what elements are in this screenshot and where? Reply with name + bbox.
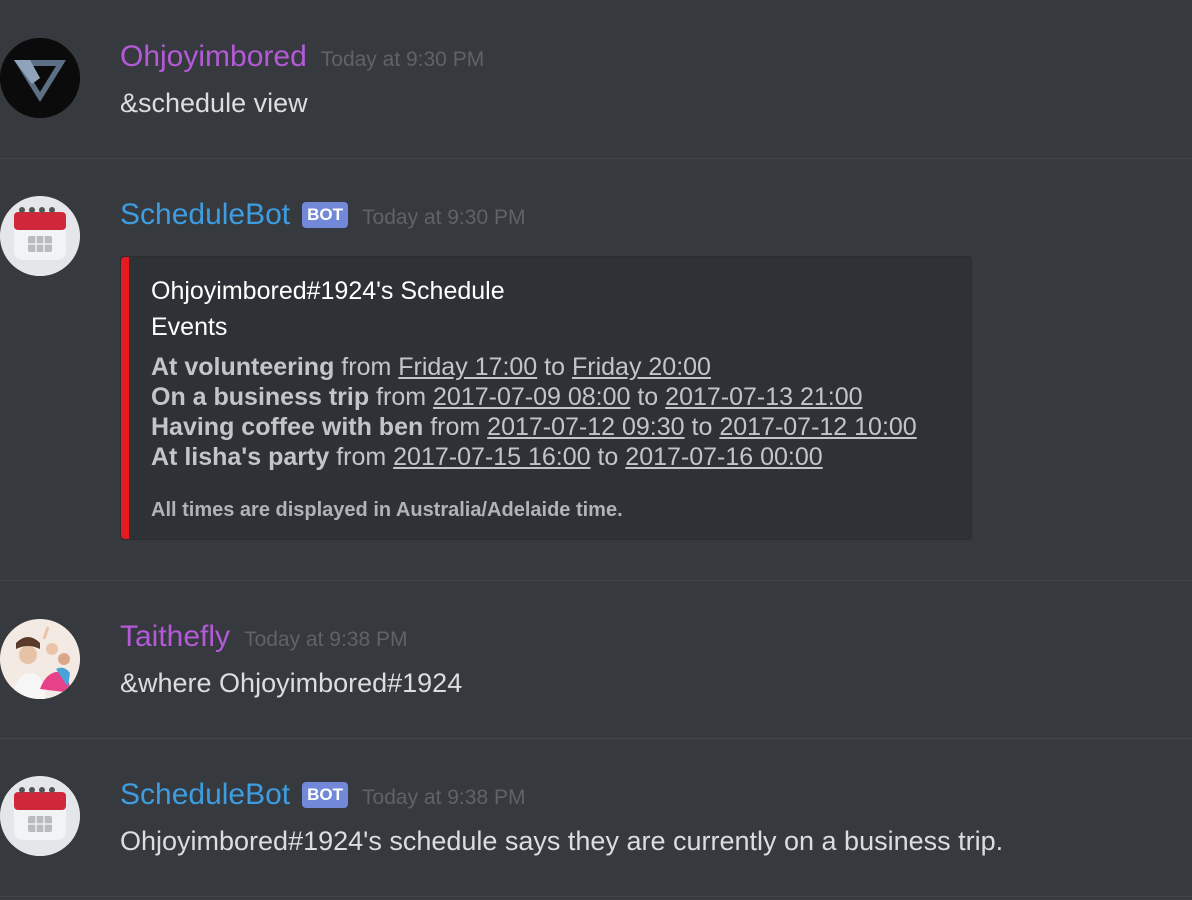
to-word: to	[544, 353, 566, 381]
group-photo-icon	[0, 619, 80, 699]
timestamp: Today at 9:30 PM	[362, 206, 526, 229]
event-item: On a business trip from 2017-07-09 08:00…	[151, 382, 917, 412]
timestamp: Today at 9:38 PM	[362, 786, 526, 809]
calendar-icon	[0, 776, 80, 856]
message-header: ScheduleBot BOT Today at 9:38 PM	[120, 778, 525, 812]
embed-title: Ohjoyimbored#1924's Schedule	[151, 277, 505, 305]
calendar-icon	[0, 196, 80, 276]
embed-footer-note: All times are displayed in Australia/Ade…	[151, 499, 623, 521]
message-text: &schedule view	[120, 88, 308, 118]
bot-avatar[interactable]	[0, 776, 80, 856]
message-header: Taithefly Today at 9:38 PM	[120, 620, 408, 654]
event-name: Having coffee with ben	[151, 413, 424, 441]
from-word: from	[430, 413, 481, 441]
from-word: from	[341, 353, 392, 381]
username[interactable]: Ohjoyimbored	[120, 40, 307, 74]
to-word: to	[637, 383, 659, 411]
embed-field-name: Events	[151, 313, 228, 341]
event-end[interactable]: 2017-07-16 00:00	[625, 443, 822, 471]
embed-accent-bar	[121, 257, 129, 539]
from-word: from	[376, 383, 427, 411]
timestamp: Today at 9:30 PM	[320, 48, 485, 71]
bot-badge: BOT	[302, 202, 349, 228]
event-item: At lisha's party from 2017-07-15 16:00 t…	[151, 442, 917, 472]
to-word: to	[597, 443, 619, 471]
event-end[interactable]: Friday 20:00	[572, 353, 711, 381]
message-header: Ohjoyimbored Today at 9:30 PM	[120, 40, 484, 74]
event-start[interactable]: Friday 17:00	[398, 353, 537, 381]
event-item: Having coffee with ben from 2017-07-12 0…	[151, 412, 917, 442]
divider	[0, 158, 1192, 159]
v-logo-icon	[0, 38, 80, 118]
event-list: At volunteering from Friday 17:00 to Fri…	[151, 352, 917, 472]
username[interactable]: Taithefly	[120, 620, 230, 654]
bot-badge: BOT	[302, 782, 349, 808]
event-end[interactable]: 2017-07-12 10:00	[719, 413, 916, 441]
event-start[interactable]: 2017-07-15 16:00	[393, 443, 590, 471]
event-name: At lisha's party	[151, 443, 330, 471]
event-item: At volunteering from Friday 17:00 to Fri…	[151, 352, 917, 382]
user-avatar[interactable]	[0, 619, 80, 699]
message-text: &where Ohjoyimbored#1924	[120, 668, 463, 698]
bot-avatar[interactable]	[0, 196, 80, 276]
event-start[interactable]: 2017-07-12 09:30	[487, 413, 684, 441]
event-name: At volunteering	[151, 353, 335, 381]
from-word: from	[336, 443, 387, 471]
timestamp: Today at 9:38 PM	[244, 628, 408, 651]
event-end[interactable]: 2017-07-13 21:00	[665, 383, 862, 411]
divider	[0, 738, 1192, 739]
username[interactable]: ScheduleBot	[120, 778, 290, 812]
message-header: ScheduleBot BOT Today at 9:30 PM	[120, 198, 525, 232]
event-name: On a business trip	[151, 383, 370, 411]
to-word: to	[691, 413, 713, 441]
user-avatar[interactable]	[0, 38, 80, 118]
message-text: Ohjoyimbored#1924's schedule says they a…	[120, 826, 1004, 856]
schedule-embed: Ohjoyimbored#1924's Schedule Events At v…	[120, 256, 972, 540]
event-start[interactable]: 2017-07-09 08:00	[433, 383, 630, 411]
divider	[0, 896, 1192, 897]
divider	[0, 580, 1192, 581]
username[interactable]: ScheduleBot	[120, 198, 290, 232]
